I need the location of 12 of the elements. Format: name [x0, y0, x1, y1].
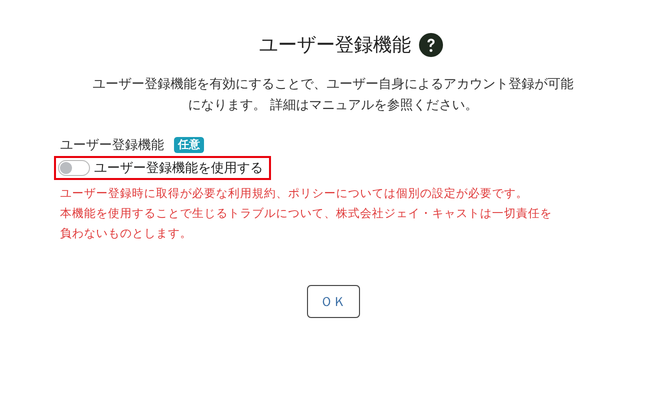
description-text: になります。 詳細はマニュアルを参照ください。 [188, 97, 478, 115]
dialog-title: ユーザー登録機能 [259, 33, 411, 58]
warning-text: 本機能を使用することで生じるトラブルについて、株式会社ジェイ・キャストは一切責任を [60, 205, 552, 222]
warning-text: ユーザー登録時に取得が必要な利用規約、ポリシーについては個別の設定が必要です。 [60, 185, 528, 202]
warning-text: 負わないものとします。 [60, 225, 192, 242]
description-text: ユーザー登録機能を有効にすることで、ユーザー自身によるアカウント登録が可能 [92, 76, 574, 94]
ok-button[interactable]: ＯＫ [306, 285, 360, 318]
toggle-switch[interactable] [58, 160, 90, 176]
optional-badge: 任意 [174, 137, 204, 153]
help-icon[interactable] [419, 33, 443, 57]
toggle-label: ユーザー登録機能を使用する [94, 160, 263, 177]
field-label: ユーザー登録機能 [60, 137, 164, 154]
